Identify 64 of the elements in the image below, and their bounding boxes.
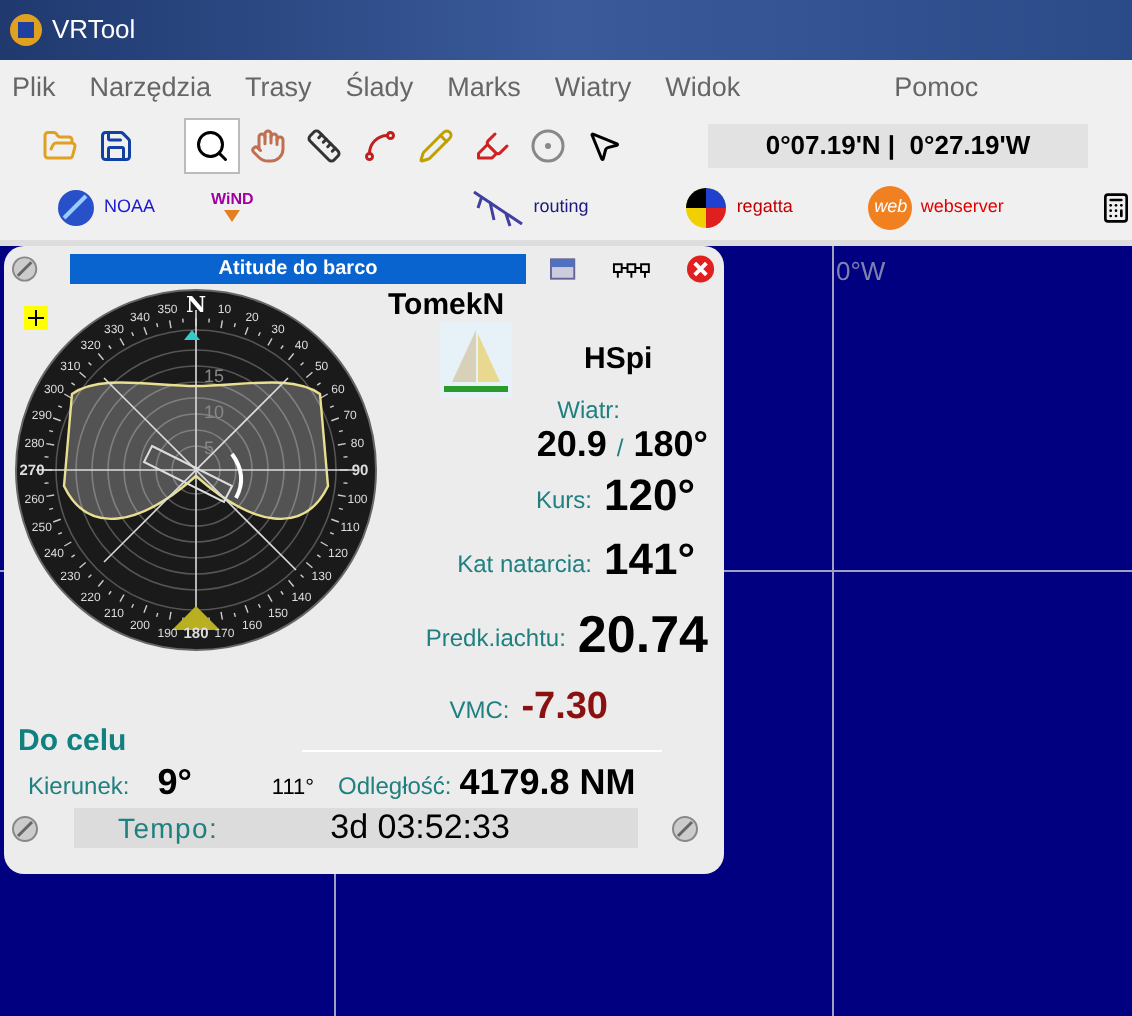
save-icon [98, 128, 134, 164]
heading-value: 9° [157, 764, 192, 800]
stat-value: 120° [604, 474, 698, 518]
longitude-label: 0°W [836, 254, 886, 290]
menu-item[interactable]: Narzędzia [89, 67, 212, 109]
menu-item[interactable]: Marks [447, 67, 521, 109]
search-icon [194, 128, 230, 164]
stat-value: 141° [604, 538, 698, 582]
ruler-icon [306, 128, 342, 164]
branching-lines-icon [469, 188, 526, 228]
menu-item[interactable]: Plik [12, 67, 56, 109]
stat-label: Kat natarcia: [457, 552, 592, 576]
wind-logo: WiND [211, 192, 254, 224]
bearing-value: 111° [271, 778, 315, 800]
menu-item[interactable]: Pomoc [894, 67, 979, 109]
menu-item[interactable]: Wiatry [554, 67, 632, 109]
time-value: 3d 03:52:33 [330, 806, 510, 851]
launcher-button[interactable]: routing [461, 182, 597, 234]
target-icon [530, 128, 566, 164]
connector-icon[interactable] [612, 259, 651, 279]
screw-icon [12, 256, 38, 282]
web-logo: web [868, 186, 913, 230]
stat-value: 20.74 [577, 608, 708, 660]
launcher-button[interactable]: web webserver [860, 182, 1012, 234]
hand-icon [250, 128, 286, 164]
flag-circle-icon [684, 186, 729, 230]
wind-label: Wiatr: [557, 398, 620, 422]
crosshair-icon[interactable] [24, 306, 48, 330]
stat-label: VMC: [449, 698, 510, 722]
launcher-button[interactable]: regatta [676, 182, 801, 234]
sail-name: HSpi [584, 339, 653, 380]
distance-label: Odległość: [338, 774, 452, 798]
pencil-icon [418, 128, 454, 164]
close-icon[interactable] [686, 254, 716, 284]
launcher-button[interactable]: NOAA [48, 182, 164, 234]
stat-label: Predk.iachtu: [425, 626, 566, 650]
folder-icon [42, 128, 78, 164]
app-icon [8, 12, 44, 48]
panel-title-bar: Atitude do barco [69, 254, 527, 284]
menu-item[interactable]: Ślady [345, 67, 414, 109]
pointer-icon [586, 128, 622, 164]
wind-speed: 20.9 [536, 422, 607, 466]
heading-label: Kierunek: [28, 774, 130, 798]
coordinates-display: 0°07.19'N | 0°27.19'W [708, 124, 1088, 168]
calculator-icon[interactable] [1100, 192, 1132, 224]
separator-text: / [616, 432, 624, 466]
marker-icon [474, 128, 510, 164]
window-title: VRTool [52, 12, 136, 49]
menu-item[interactable]: Trasy [245, 67, 312, 109]
target-heading: Do celu [18, 726, 127, 756]
menu-item[interactable]: Widok [665, 67, 741, 109]
time-label: Tempo: [118, 809, 219, 848]
minimize-icon[interactable] [550, 258, 577, 280]
screw-icon [672, 815, 698, 841]
boat-name: TomekN [388, 289, 505, 319]
screw-icon [12, 815, 38, 841]
sailboat-icon [440, 322, 512, 398]
tool-button[interactable] [184, 118, 240, 174]
stat-label: Kurs: [535, 488, 592, 512]
route-line-icon [362, 128, 398, 164]
distance-value: 4179.8 NM [459, 764, 636, 800]
launcher-button[interactable]: WiND [203, 182, 262, 234]
wind-direction: 180° [633, 422, 708, 466]
stat-value: -7.30 [521, 687, 608, 725]
